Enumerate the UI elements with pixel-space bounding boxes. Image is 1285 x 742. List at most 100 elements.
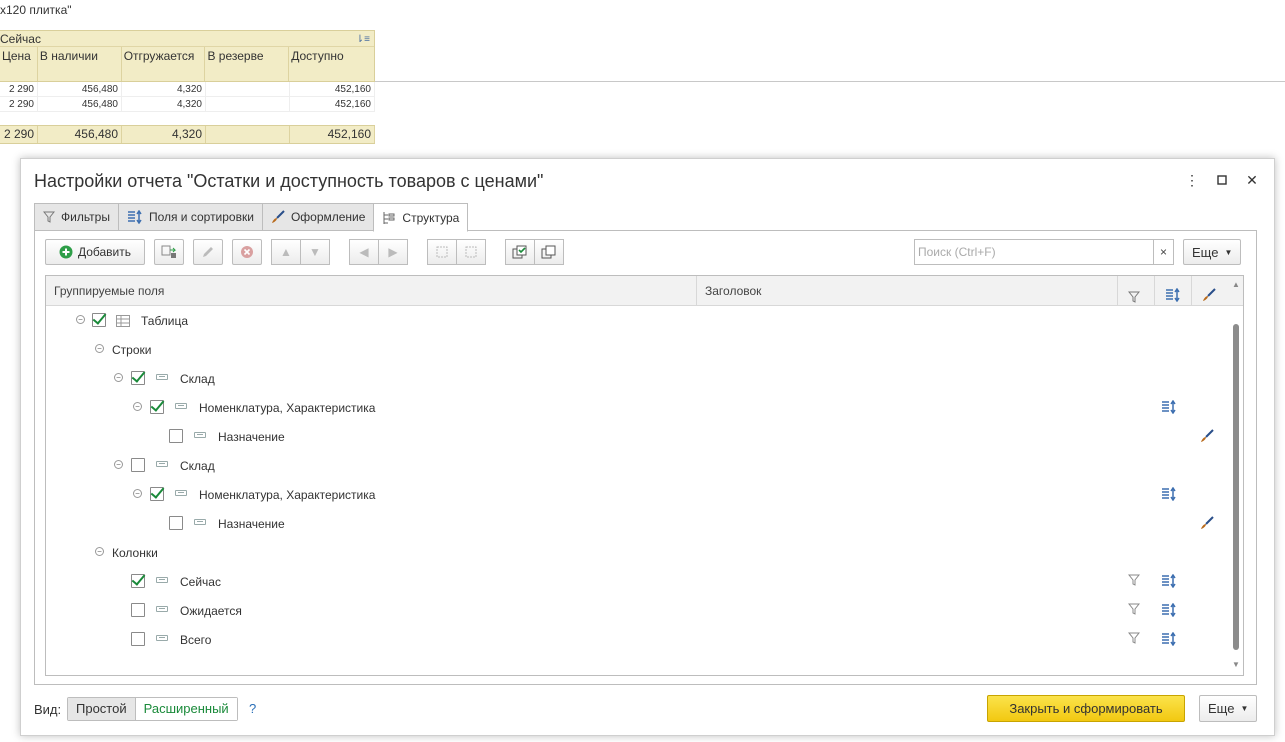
sort-indicator-icon[interactable] [1161, 399, 1177, 416]
collapse-icon[interactable]: − [95, 344, 104, 353]
tree-row-field[interactable]: − Склад [46, 365, 1229, 394]
table-row: 2 290 456,480 4,320 452,160 [0, 97, 375, 112]
help-link[interactable]: ? [249, 701, 256, 716]
move-leftright-group: ◀ ▶ [349, 239, 408, 265]
row-checkbox[interactable] [131, 603, 145, 617]
tree-row-field[interactable]: Всего [46, 626, 1229, 655]
close-icon[interactable]: ✕ [1243, 171, 1261, 189]
cell: 456,480 [38, 97, 122, 111]
brush-indicator-icon[interactable] [1199, 516, 1215, 532]
row-checkbox[interactable] [131, 371, 145, 385]
filter-indicator-icon[interactable] [1126, 632, 1142, 648]
tree-header: Группируемые поля Заголовок [46, 276, 1243, 306]
collapse-icon[interactable]: − [114, 373, 123, 382]
maximize-icon[interactable] [1213, 171, 1231, 189]
vertical-scrollbar[interactable]: ▲ ▼ [1229, 276, 1243, 675]
move-up-button[interactable]: ▲ [271, 239, 301, 265]
view-simple-button[interactable]: Простой [68, 698, 136, 720]
cell [206, 97, 290, 111]
row-checkbox[interactable] [169, 429, 183, 443]
fields-sort-icon [127, 210, 142, 224]
move-left-button[interactable]: ◀ [349, 239, 379, 265]
add-button[interactable]: Добавить [45, 239, 145, 265]
col-sort[interactable] [1155, 276, 1192, 306]
tab-fields-sort[interactable]: Поля и сортировки [117, 203, 263, 230]
edit-button[interactable] [193, 239, 223, 265]
tree-row-field[interactable]: Сейчас [46, 568, 1229, 597]
collapse-icon[interactable]: − [133, 489, 142, 498]
tree-row-field[interactable]: − Номенклатура, Характеристика [46, 394, 1229, 423]
cell: 452,160 [290, 97, 375, 111]
sort-indicator-icon[interactable] [1161, 631, 1177, 648]
tab-label: Структура [402, 210, 460, 225]
search-input[interactable]: Поиск (Ctrl+F) [915, 240, 1153, 264]
clear-search-button[interactable]: × [1153, 240, 1173, 264]
field-icon [156, 461, 168, 467]
sort-indicator-icon[interactable] [1161, 602, 1177, 619]
tree-row-columns[interactable]: − Колонки [46, 539, 1229, 568]
filter-indicator-icon[interactable] [1126, 574, 1142, 590]
col-header[interactable]: Заголовок [697, 276, 1118, 306]
row-checkbox[interactable] [131, 574, 145, 588]
structure-panel: Добавить ▲ ▼ ◀ ▶ Поиск (Ctrl+F) × Еще ▼ … [34, 230, 1257, 685]
row-checkbox[interactable] [92, 313, 106, 327]
sort-settings-icon[interactable]: ⇂≡ [356, 32, 370, 48]
filter-indicator-icon[interactable] [1126, 603, 1142, 619]
scroll-down-icon[interactable]: ▼ [1232, 660, 1240, 669]
tree-row-field[interactable]: − Склад [46, 452, 1229, 481]
tree-row-field[interactable]: Ожидается [46, 597, 1229, 626]
check-group [505, 239, 564, 265]
tab-structure[interactable]: Структура [373, 203, 469, 232]
brush-indicator-icon[interactable] [1199, 429, 1215, 445]
sort-indicator-icon[interactable] [1161, 486, 1177, 503]
group-icon [436, 246, 448, 258]
move-right-button[interactable]: ▶ [378, 239, 408, 265]
row-checkbox[interactable] [131, 458, 145, 472]
col-appearance[interactable] [1192, 276, 1229, 306]
add-group-button[interactable] [154, 239, 184, 265]
table-icon [116, 315, 130, 327]
scroll-thumb[interactable] [1233, 324, 1239, 650]
tab-appearance[interactable]: Оформление [261, 203, 375, 230]
row-label: Назначение [218, 517, 285, 531]
col-filter[interactable] [1118, 276, 1155, 306]
cell: 2 290 [0, 97, 38, 111]
cell: 452,160 [290, 82, 375, 96]
collapse-icon[interactable]: − [95, 547, 104, 556]
field-icon [156, 635, 168, 641]
column-header: В наличии [38, 47, 122, 81]
sort-indicator-icon[interactable] [1161, 573, 1177, 590]
footer-more-button[interactable]: Еще ▼ [1199, 695, 1258, 722]
more-actions-icon[interactable]: ⋮ [1183, 171, 1201, 189]
collapse-icon[interactable]: − [76, 315, 85, 324]
tree-row-table[interactable]: − Таблица [46, 307, 1229, 336]
tree-row-field[interactable]: Назначение [46, 423, 1229, 452]
more-button[interactable]: Еще ▼ [1183, 239, 1242, 265]
row-checkbox[interactable] [169, 516, 183, 530]
row-checkbox[interactable] [131, 632, 145, 646]
report-title-fragment: x120 плитка" [0, 3, 72, 17]
check-all-button[interactable] [505, 239, 535, 265]
uncheck-all-button[interactable] [534, 239, 564, 265]
search-field[interactable]: Поиск (Ctrl+F) × [914, 239, 1174, 265]
tree-row-field[interactable]: − Номенклатура, Характеристика [46, 481, 1229, 510]
group-ungroup-group [427, 239, 486, 265]
view-extended-button[interactable]: Расширенный [135, 698, 237, 720]
scroll-up-icon[interactable]: ▲ [1232, 280, 1240, 289]
ungroup-button[interactable] [456, 239, 486, 265]
close-and-build-button[interactable]: Закрыть и сформировать [987, 695, 1185, 722]
row-checkbox[interactable] [150, 400, 164, 414]
tab-label: Поля и сортировки [148, 210, 254, 224]
delete-button[interactable] [232, 239, 262, 265]
col-grouped-fields[interactable]: Группируемые поля [46, 276, 697, 306]
tree-row-field[interactable]: Назначение [46, 510, 1229, 539]
collapse-icon[interactable]: − [114, 460, 123, 469]
collapse-icon[interactable]: − [133, 402, 142, 411]
report-settings-dialog: Настройки отчета "Остатки и доступность … [20, 158, 1275, 736]
move-down-button[interactable]: ▼ [300, 239, 330, 265]
tree-row-rows[interactable]: − Строки [46, 336, 1229, 365]
group-button[interactable] [427, 239, 457, 265]
tab-filters[interactable]: Фильтры [34, 203, 119, 230]
filter-icon [1127, 291, 1141, 303]
row-checkbox[interactable] [150, 487, 164, 501]
